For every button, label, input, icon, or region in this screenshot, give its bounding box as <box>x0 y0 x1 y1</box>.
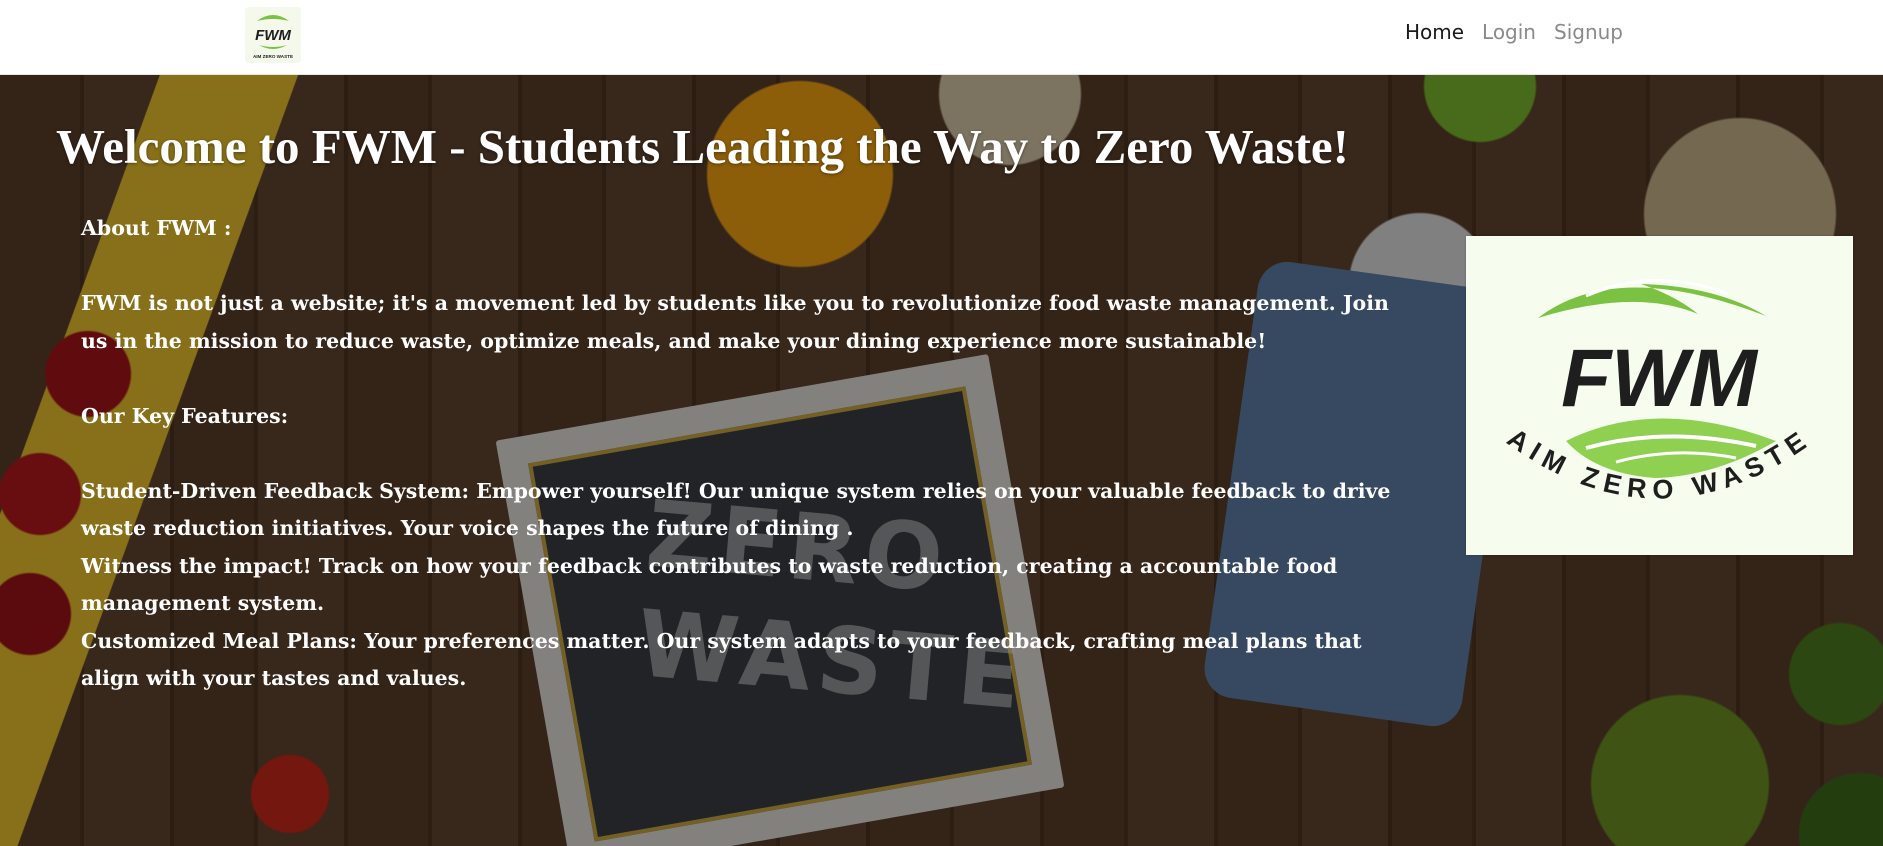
nav-links: Home Login Signup <box>1405 20 1623 44</box>
about-heading: About FWM : <box>81 216 232 240</box>
logo-tagline: AIM ZERO WASTE <box>253 54 293 59</box>
fwm-brand-logo-icon: FWM AIM ZERO WASTE <box>1502 279 1810 505</box>
nav-home-link[interactable]: Home <box>1405 20 1464 44</box>
about-text: FWM is not just a website; it's a moveme… <box>81 291 1389 353</box>
fwm-logo[interactable]: FWM AIM ZERO WASTE <box>245 7 301 63</box>
brand-logo-card: FWM AIM ZERO WASTE <box>1466 236 1853 555</box>
top-navbar: FWM AIM ZERO WASTE Home Login Signup <box>0 0 1883 75</box>
nav-signup-link[interactable]: Signup <box>1554 20 1623 44</box>
about-section: About FWM : FWM is not just a website; i… <box>81 210 1416 698</box>
page-title: Welcome to FWM - Students Leading the Wa… <box>56 119 1349 174</box>
brand-logo-text: FWM <box>1561 333 1758 424</box>
logo-icon: FWM AIM ZERO WASTE <box>253 15 293 59</box>
feature-item-feedback: Student-Driven Feedback System: Empower … <box>81 478 1391 541</box>
feature-item-meal-plans: Customized Meal Plans: Your preferences … <box>81 628 1362 691</box>
nav-login-link[interactable]: Login <box>1482 20 1536 44</box>
feature-item-impact: Witness the impact! Track on how your fe… <box>81 553 1338 616</box>
logo-text: FWM <box>255 27 291 44</box>
features-heading: Our Key Features: <box>81 403 289 428</box>
